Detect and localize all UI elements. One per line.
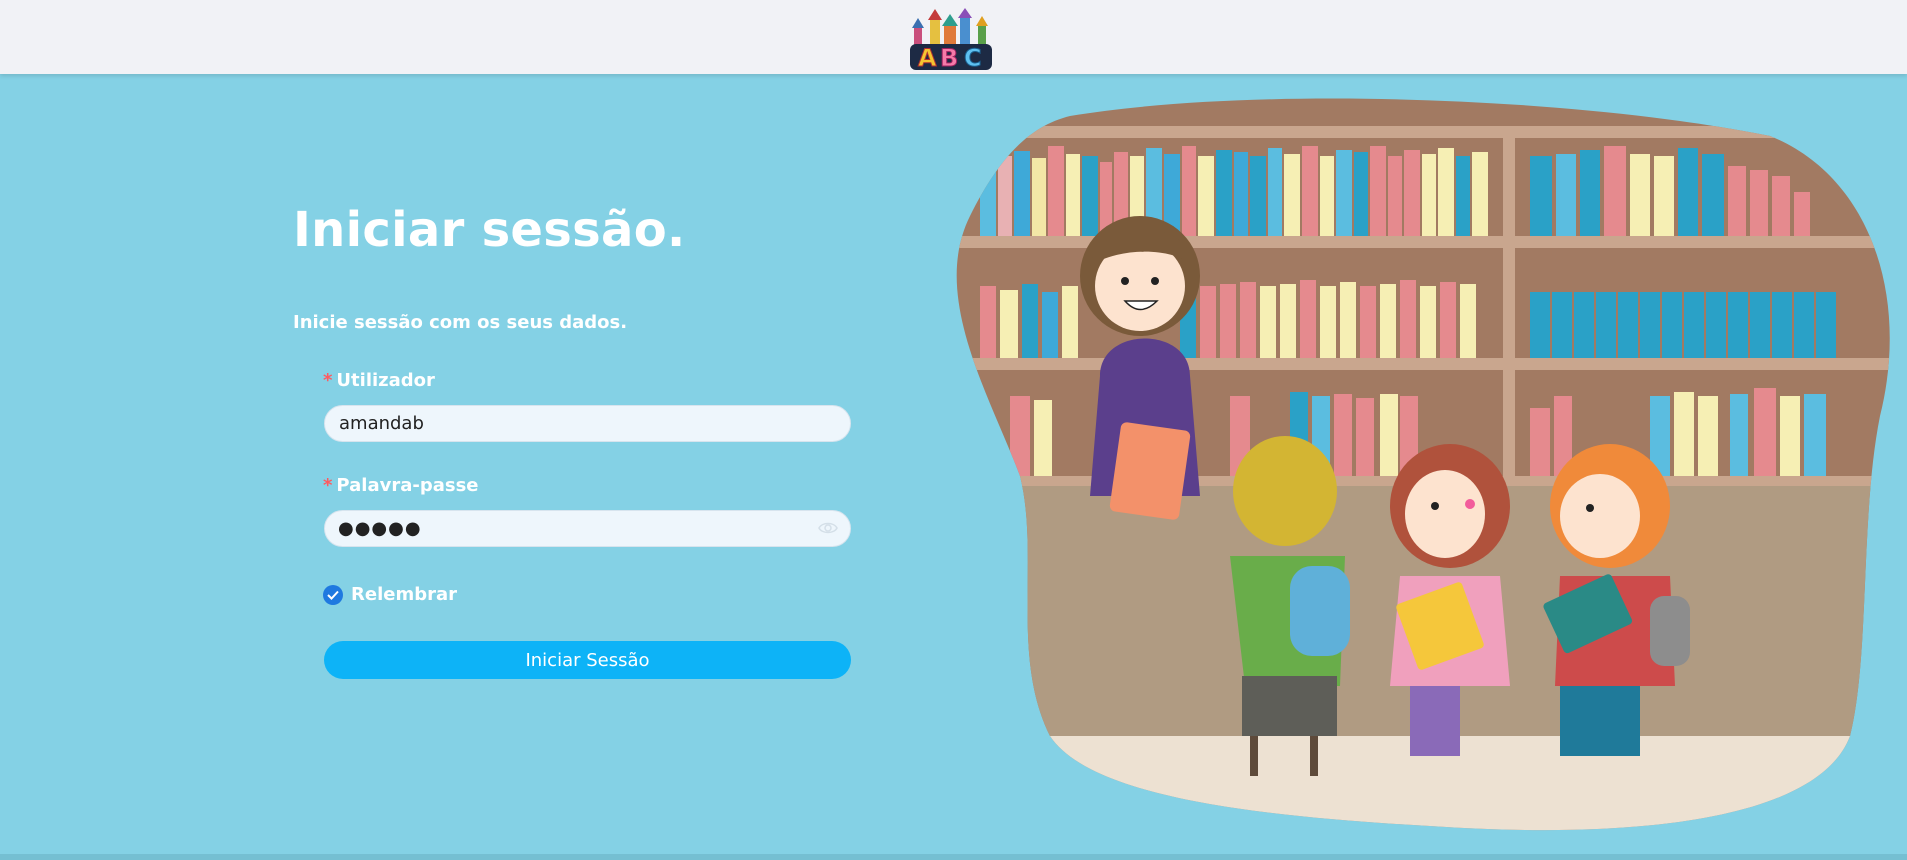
remember-me-label: Relembrar [351,584,457,605]
remember-me-checkbox[interactable]: Relembrar [323,584,457,605]
top-bar: A B C [0,0,1907,74]
svg-text:A: A [918,44,937,72]
password-masked-value: ●●●●● [338,518,422,539]
library-illustration [956,98,1890,831]
required-asterisk: * [323,475,333,496]
page-subtitle: Inicie sessão com os seus dados. [293,312,628,333]
username-label-text: Utilizador [336,370,435,391]
required-asterisk: * [323,370,333,391]
eye-icon[interactable] [818,520,838,536]
username-input[interactable] [324,405,851,442]
svg-text:B: B [940,44,958,72]
footer-divider [0,854,1907,860]
abc-logo[interactable]: A B C [908,6,994,72]
svg-text:C: C [964,44,982,72]
password-label-text: Palavra-passe [336,475,479,496]
check-icon[interactable] [323,584,343,605]
child-figure [1230,436,1350,776]
username-label: * Utilizador [323,370,435,391]
login-button[interactable]: Iniciar Sessão [324,641,851,679]
password-label: * Palavra-passe [323,475,479,496]
page-title: Iniciar sessão. [293,202,686,258]
